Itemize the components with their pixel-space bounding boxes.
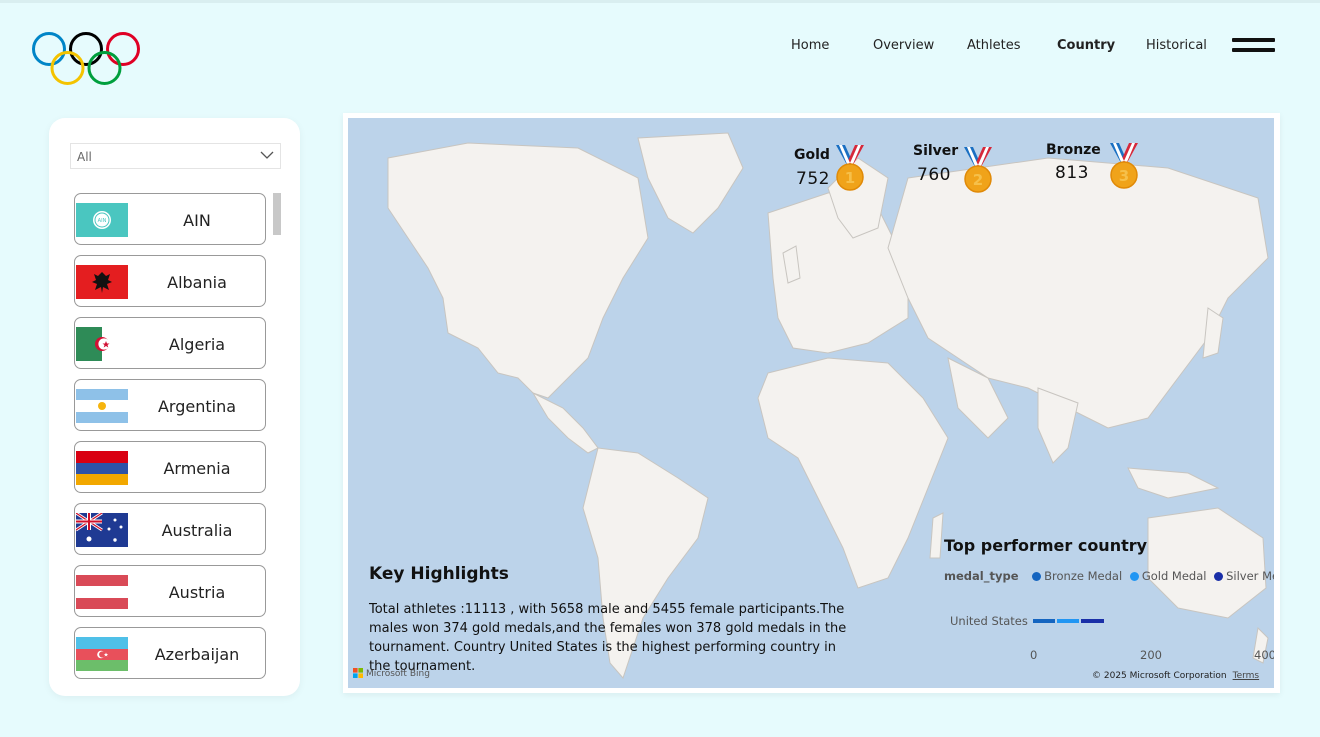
country-item-algeria[interactable]: Algeria (74, 317, 266, 369)
country-item-australia[interactable]: Australia (74, 503, 266, 555)
nav-historical[interactable]: Historical (1146, 38, 1207, 53)
country-item-armenia[interactable]: Armenia (74, 441, 266, 493)
top-nav: Home Overview Athletes Country Historica… (0, 38, 1320, 58)
australia-flag (76, 513, 128, 547)
country-name: Azerbaijan (154, 645, 240, 664)
silver-medal-icon: 2 (964, 147, 992, 193)
nav-country[interactable]: Country (1057, 38, 1115, 53)
bar-silver-medal[interactable] (1080, 619, 1105, 623)
map-copyright: © 2025 Microsoft Corporation Terms (1092, 671, 1259, 681)
hamburger-icon[interactable] (1232, 38, 1276, 54)
chart-legend: medal_type Bronze Medal Gold Medal Silve… (944, 569, 1274, 583)
legend-gold-label: Gold Medal (1141, 569, 1207, 583)
legend-bronze[interactable]: Bronze Medal (1032, 569, 1122, 583)
bar-gold-medal[interactable] (1057, 619, 1079, 623)
legend-dot (1032, 572, 1042, 581)
legend-bronze-label: Bronze Medal (1044, 569, 1123, 583)
austria-flag (76, 575, 128, 609)
svg-text:AIN: AIN (98, 218, 107, 224)
legend-gold[interactable]: Gold Medal (1129, 569, 1207, 583)
silver-rank: 2 (973, 171, 983, 189)
top-divider (0, 0, 1320, 3)
legend-title: medal_type (944, 569, 1019, 583)
gold-label: Gold (794, 147, 830, 163)
silver-count: 760 (917, 165, 951, 185)
key-highlights-title: Key Highlights (369, 564, 509, 584)
chevron-down-icon (260, 151, 274, 159)
top-performer-title: Top performer country (944, 536, 1148, 555)
country-dropdown[interactable]: All (70, 143, 281, 169)
nav-athletes[interactable]: Athletes (967, 38, 1020, 53)
x-tick-400: 400 (1254, 648, 1274, 662)
x-tick-200: 200 (1140, 648, 1162, 662)
bar-category-label: United States (950, 614, 1028, 628)
albania-flag (76, 265, 128, 299)
country-name: AIN (183, 211, 211, 230)
country-item-austria[interactable]: Austria (74, 565, 266, 617)
country-name: Argentina (157, 397, 237, 416)
map-visual: Gold 752 1 Silver 760 2 Bronze 813 3 Key… (343, 113, 1280, 693)
azerbaijan-flag (76, 637, 128, 671)
x-tick-0: 0 (1030, 648, 1038, 662)
bronze-count: 813 (1055, 163, 1089, 183)
key-highlights-text: Total athletes :11113 , with 5658 male a… (369, 602, 847, 674)
country-item-azerbaijan[interactable]: Azerbaijan (74, 627, 266, 679)
nav-overview[interactable]: Overview (873, 38, 934, 53)
legend-dot (1214, 572, 1224, 581)
silver-label: Silver (913, 143, 959, 159)
country-item-albania[interactable]: Albania (74, 255, 266, 307)
terms-link[interactable]: Terms (1233, 671, 1260, 681)
country-name: Austria (168, 583, 226, 602)
armenia-flag (76, 451, 128, 485)
bing-attribution: Microsoft Bing (353, 668, 430, 679)
country-filter-panel: All AIN AIN Albania Algeria Argentina Ar… (49, 118, 300, 696)
bing-label: Microsoft Bing (366, 669, 430, 679)
copyright-text: © 2025 Microsoft Corporation (1092, 671, 1227, 681)
country-name: Algeria (168, 335, 226, 354)
legend-silver[interactable]: Silver Medal (1214, 569, 1274, 583)
country-item-argentina[interactable]: Argentina (74, 379, 266, 431)
gold-rank: 1 (845, 169, 855, 187)
bronze-rank: 3 (1119, 167, 1129, 185)
legend-dot (1129, 572, 1139, 581)
bronze-label: Bronze (1046, 142, 1101, 158)
nav-home[interactable]: Home (791, 38, 829, 53)
microsoft-logo-icon (353, 668, 363, 678)
dropdown-value: All (77, 150, 92, 164)
gold-medal-icon: 1 (836, 145, 864, 191)
bronze-medal-icon: 3 (1110, 143, 1138, 189)
ain-flag: AIN (76, 203, 128, 237)
algeria-flag (76, 327, 128, 361)
country-list: AIN AIN Albania Algeria Argentina Armeni… (74, 193, 268, 683)
country-item-ain[interactable]: AIN AIN (74, 193, 266, 245)
list-scrollbar[interactable] (273, 193, 281, 235)
country-name: Albania (167, 273, 227, 292)
argentina-flag (76, 389, 128, 423)
legend-silver-label: Silver Medal (1226, 569, 1274, 583)
gold-count: 752 (796, 169, 830, 189)
country-name: Australia (161, 521, 233, 540)
country-name: Armenia (163, 459, 231, 478)
world-map[interactable]: Gold 752 1 Silver 760 2 Bronze 813 3 Key… (348, 118, 1274, 688)
bar-bronze-medal[interactable] (1033, 619, 1056, 623)
